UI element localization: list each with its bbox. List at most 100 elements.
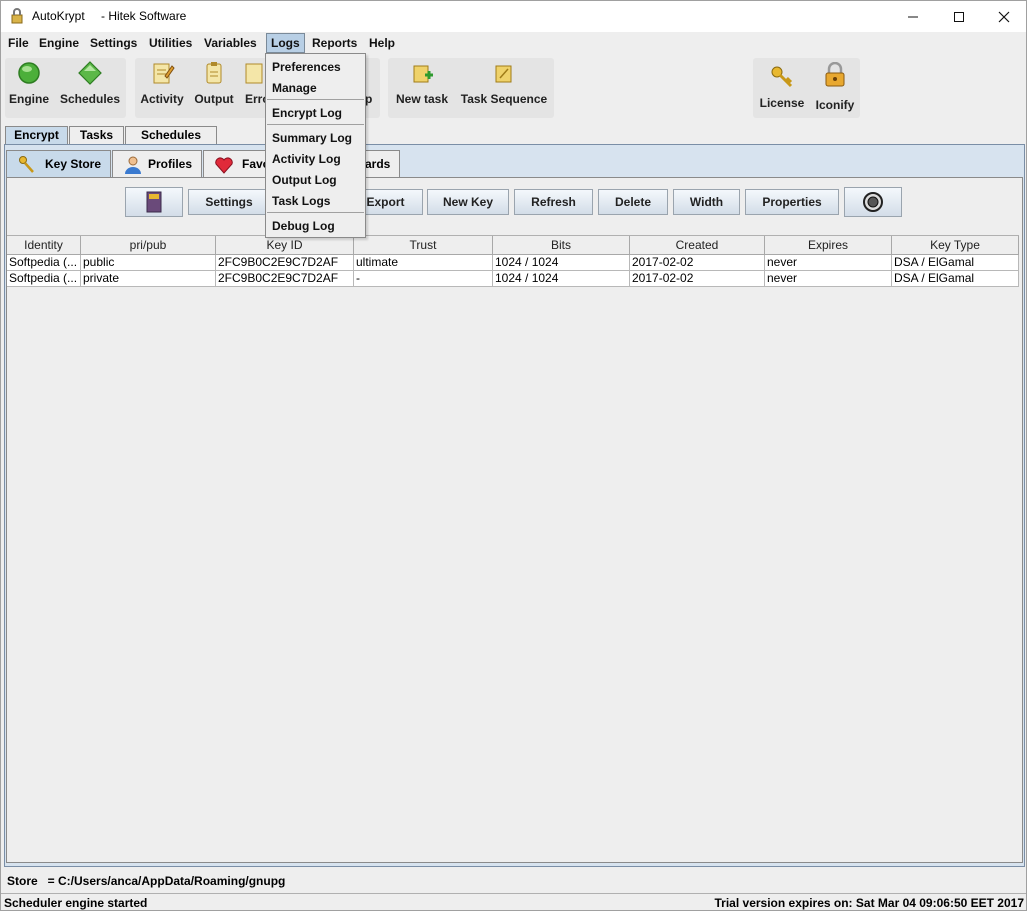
errors-button[interactable]: Erro [241,54,267,114]
iconify-button[interactable]: Iconify [811,54,859,114]
cell-bits: 1024 / 1024 [493,255,630,271]
cell-pri-pub: public [81,255,216,271]
engine-button[interactable]: Engine [5,54,53,114]
menu-file[interactable]: File [4,33,33,53]
new-task-button[interactable]: New task [392,54,452,114]
status-message: Scheduler engine started [4,896,148,910]
target-button[interactable] [844,187,902,217]
window-subtitle: - Hitek Software [101,9,187,23]
cell-key-type: DSA / ElGamal [892,271,1019,287]
status-bar: Scheduler engine started Trial version e… [1,893,1026,910]
tab-tasks[interactable]: Tasks [69,126,124,145]
menu-item-output-log[interactable]: Output Log [272,170,337,190]
column-identity[interactable]: Identity [7,236,81,255]
toolbar: Engine Schedules Activity Output Err p N… [1,54,1026,124]
errors-notepad-icon [245,63,263,84]
menu-bar: File Engine Settings Utilities Variables… [1,32,1026,54]
activity-button[interactable]: Activity [138,54,186,114]
help-button[interactable]: p [365,54,377,114]
width-button[interactable]: Width [673,189,740,215]
close-icon [998,11,1010,22]
app-lock-icon [11,8,23,24]
key-table: Identity pri/pub Key ID Trust Bits Creat… [7,235,1019,287]
menu-item-encrypt-log[interactable]: Encrypt Log [272,103,342,123]
license-key-icon [771,66,793,88]
tab-key-store[interactable]: Key Store [6,150,111,179]
errors-label: Erro [245,92,267,106]
menu-item-task-logs[interactable]: Task Logs [272,191,330,211]
task-sequence-scroll-icon [495,65,512,83]
engine-green-circle-icon [18,62,40,84]
schedules-label: Schedules [59,92,121,106]
maximize-icon [954,11,964,22]
menu-engine[interactable]: Engine [35,33,83,53]
cell-identity: Softpedia (... [7,255,81,271]
table-row[interactable]: Softpedia (... private 2FC9B0C2E9C7D2AF … [7,271,1019,287]
menu-reports[interactable]: Reports [308,33,361,53]
profiles-person-icon [125,156,141,174]
cell-pri-pub: private [81,271,216,287]
output-button[interactable]: Output [191,54,237,114]
settings-button[interactable]: Settings [188,189,270,215]
column-pri-pub[interactable]: pri/pub [81,236,216,255]
menu-utilities[interactable]: Utilities [145,33,196,53]
tab-profiles-label: Profiles [148,157,193,171]
menu-item-manage[interactable]: Manage [272,78,317,98]
menu-variables[interactable]: Variables [200,33,261,53]
menu-item-debug-log[interactable]: Debug Log [272,216,335,236]
menu-item-preferences[interactable]: Preferences [272,57,341,77]
target-circle-icon [863,192,883,212]
properties-button[interactable]: Properties [745,189,839,215]
column-key-id[interactable]: Key ID [216,236,354,255]
tab-schedules[interactable]: Schedules [125,126,217,145]
new-task-label: New task [395,92,449,106]
table-row[interactable]: Softpedia (... public 2FC9B0C2E9C7D2AF u… [7,255,1019,271]
task-sequence-label: Task Sequence [460,92,548,106]
close-button[interactable] [981,1,1026,32]
column-key-type[interactable]: Key Type [892,236,1019,255]
cell-key-type: DSA / ElGamal [892,255,1019,271]
iconify-padlock-icon [825,62,845,87]
cell-identity: Softpedia (... [7,271,81,287]
tab-key-store-label: Key Store [45,157,102,171]
key-manual-button[interactable] [125,187,183,217]
menu-settings[interactable]: Settings [86,33,141,53]
maximize-button[interactable] [936,1,982,32]
cell-trust: - [354,271,493,287]
license-button[interactable]: License [756,54,808,114]
tab-favorites-label: Favo [242,157,265,171]
column-expires[interactable]: Expires [765,236,892,255]
schedules-button[interactable]: Schedules [57,54,123,114]
menu-logs[interactable]: Logs [266,33,305,53]
new-task-scroll-icon [413,65,433,83]
key-store-keys-icon [19,156,34,173]
tab-profiles[interactable]: Profiles [112,150,202,178]
tab-encrypt[interactable]: Encrypt [5,126,68,145]
task-sequence-button[interactable]: Task Sequence [456,54,552,114]
menu-separator [267,99,364,100]
title-bar: AutoKrypt - Hitek Software [1,1,1026,32]
column-trust[interactable]: Trust [354,236,493,255]
export-label: Export [366,195,405,209]
activity-notepad-icon [153,63,175,84]
trial-expiry-text: Trial version expires on: Sat Mar 04 09:… [714,896,1025,910]
output-label: Output [194,92,234,106]
menu-separator [267,124,364,125]
refresh-button[interactable]: Refresh [514,189,593,215]
new-key-button[interactable]: New Key [427,189,509,215]
book-icon [146,191,162,213]
menu-help[interactable]: Help [365,33,399,53]
favorites-heart-icon [215,157,233,174]
menu-item-summary-log[interactable]: Summary Log [272,128,352,148]
minimize-button[interactable] [890,1,936,32]
delete-button[interactable]: Delete [598,189,668,215]
activity-label: Activity [140,92,184,106]
cell-created: 2017-02-02 [630,255,765,271]
output-clipboard-icon [206,62,222,84]
menu-item-activity-log[interactable]: Activity Log [272,149,341,169]
column-created[interactable]: Created [630,236,765,255]
schedules-green-diamond-icon [78,61,102,85]
column-bits[interactable]: Bits [493,236,630,255]
tab-favorites[interactable]: Favo [203,150,266,178]
cell-trust: ultimate [354,255,493,271]
